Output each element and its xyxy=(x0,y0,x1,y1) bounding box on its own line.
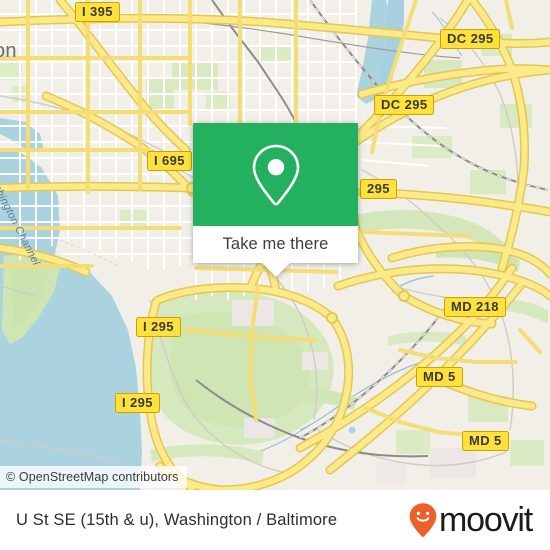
shield-295: 295 xyxy=(360,179,397,199)
popup-tail-pointer xyxy=(262,263,290,277)
shield-dc-295-north: DC 295 xyxy=(440,29,501,49)
moovit-wordmark: moovit xyxy=(439,501,533,539)
footer-bar: U St SE (15th & u), Washington / Baltimo… xyxy=(0,490,550,550)
moovit-pin-smiley-icon xyxy=(409,503,437,537)
shield-dc-295-west: DC 295 xyxy=(374,95,435,115)
map-canvas[interactable]: I 395 DC 295 DC 295 I 695 295 MD 218 I 2… xyxy=(0,0,550,490)
shield-md-218: MD 218 xyxy=(444,297,506,317)
shield-md-5-south: MD 5 xyxy=(462,431,509,451)
screenshot-root: I 395 DC 295 DC 295 I 695 295 MD 218 I 2… xyxy=(0,0,550,550)
popup-footer[interactable]: Take me there xyxy=(193,226,358,263)
popup-header xyxy=(193,123,358,226)
moovit-brand[interactable]: moovit xyxy=(408,501,533,539)
take-me-there-label: Take me there xyxy=(222,235,329,253)
location-title: U St SE (15th & u), Washington / Baltimo… xyxy=(16,510,338,529)
osm-attribution[interactable]: © OpenStreetMap contributors xyxy=(0,466,187,488)
location-pin-icon xyxy=(252,144,299,205)
shield-i-295-south: I 295 xyxy=(115,393,160,413)
shield-i-395: I 395 xyxy=(75,2,120,22)
city-label: on xyxy=(0,40,17,62)
location-popup-card[interactable]: Take me there xyxy=(193,123,358,277)
shield-md-5-north: MD 5 xyxy=(416,367,463,387)
shield-i-295-north: I 295 xyxy=(136,317,181,337)
shield-i-695: I 695 xyxy=(147,151,192,171)
